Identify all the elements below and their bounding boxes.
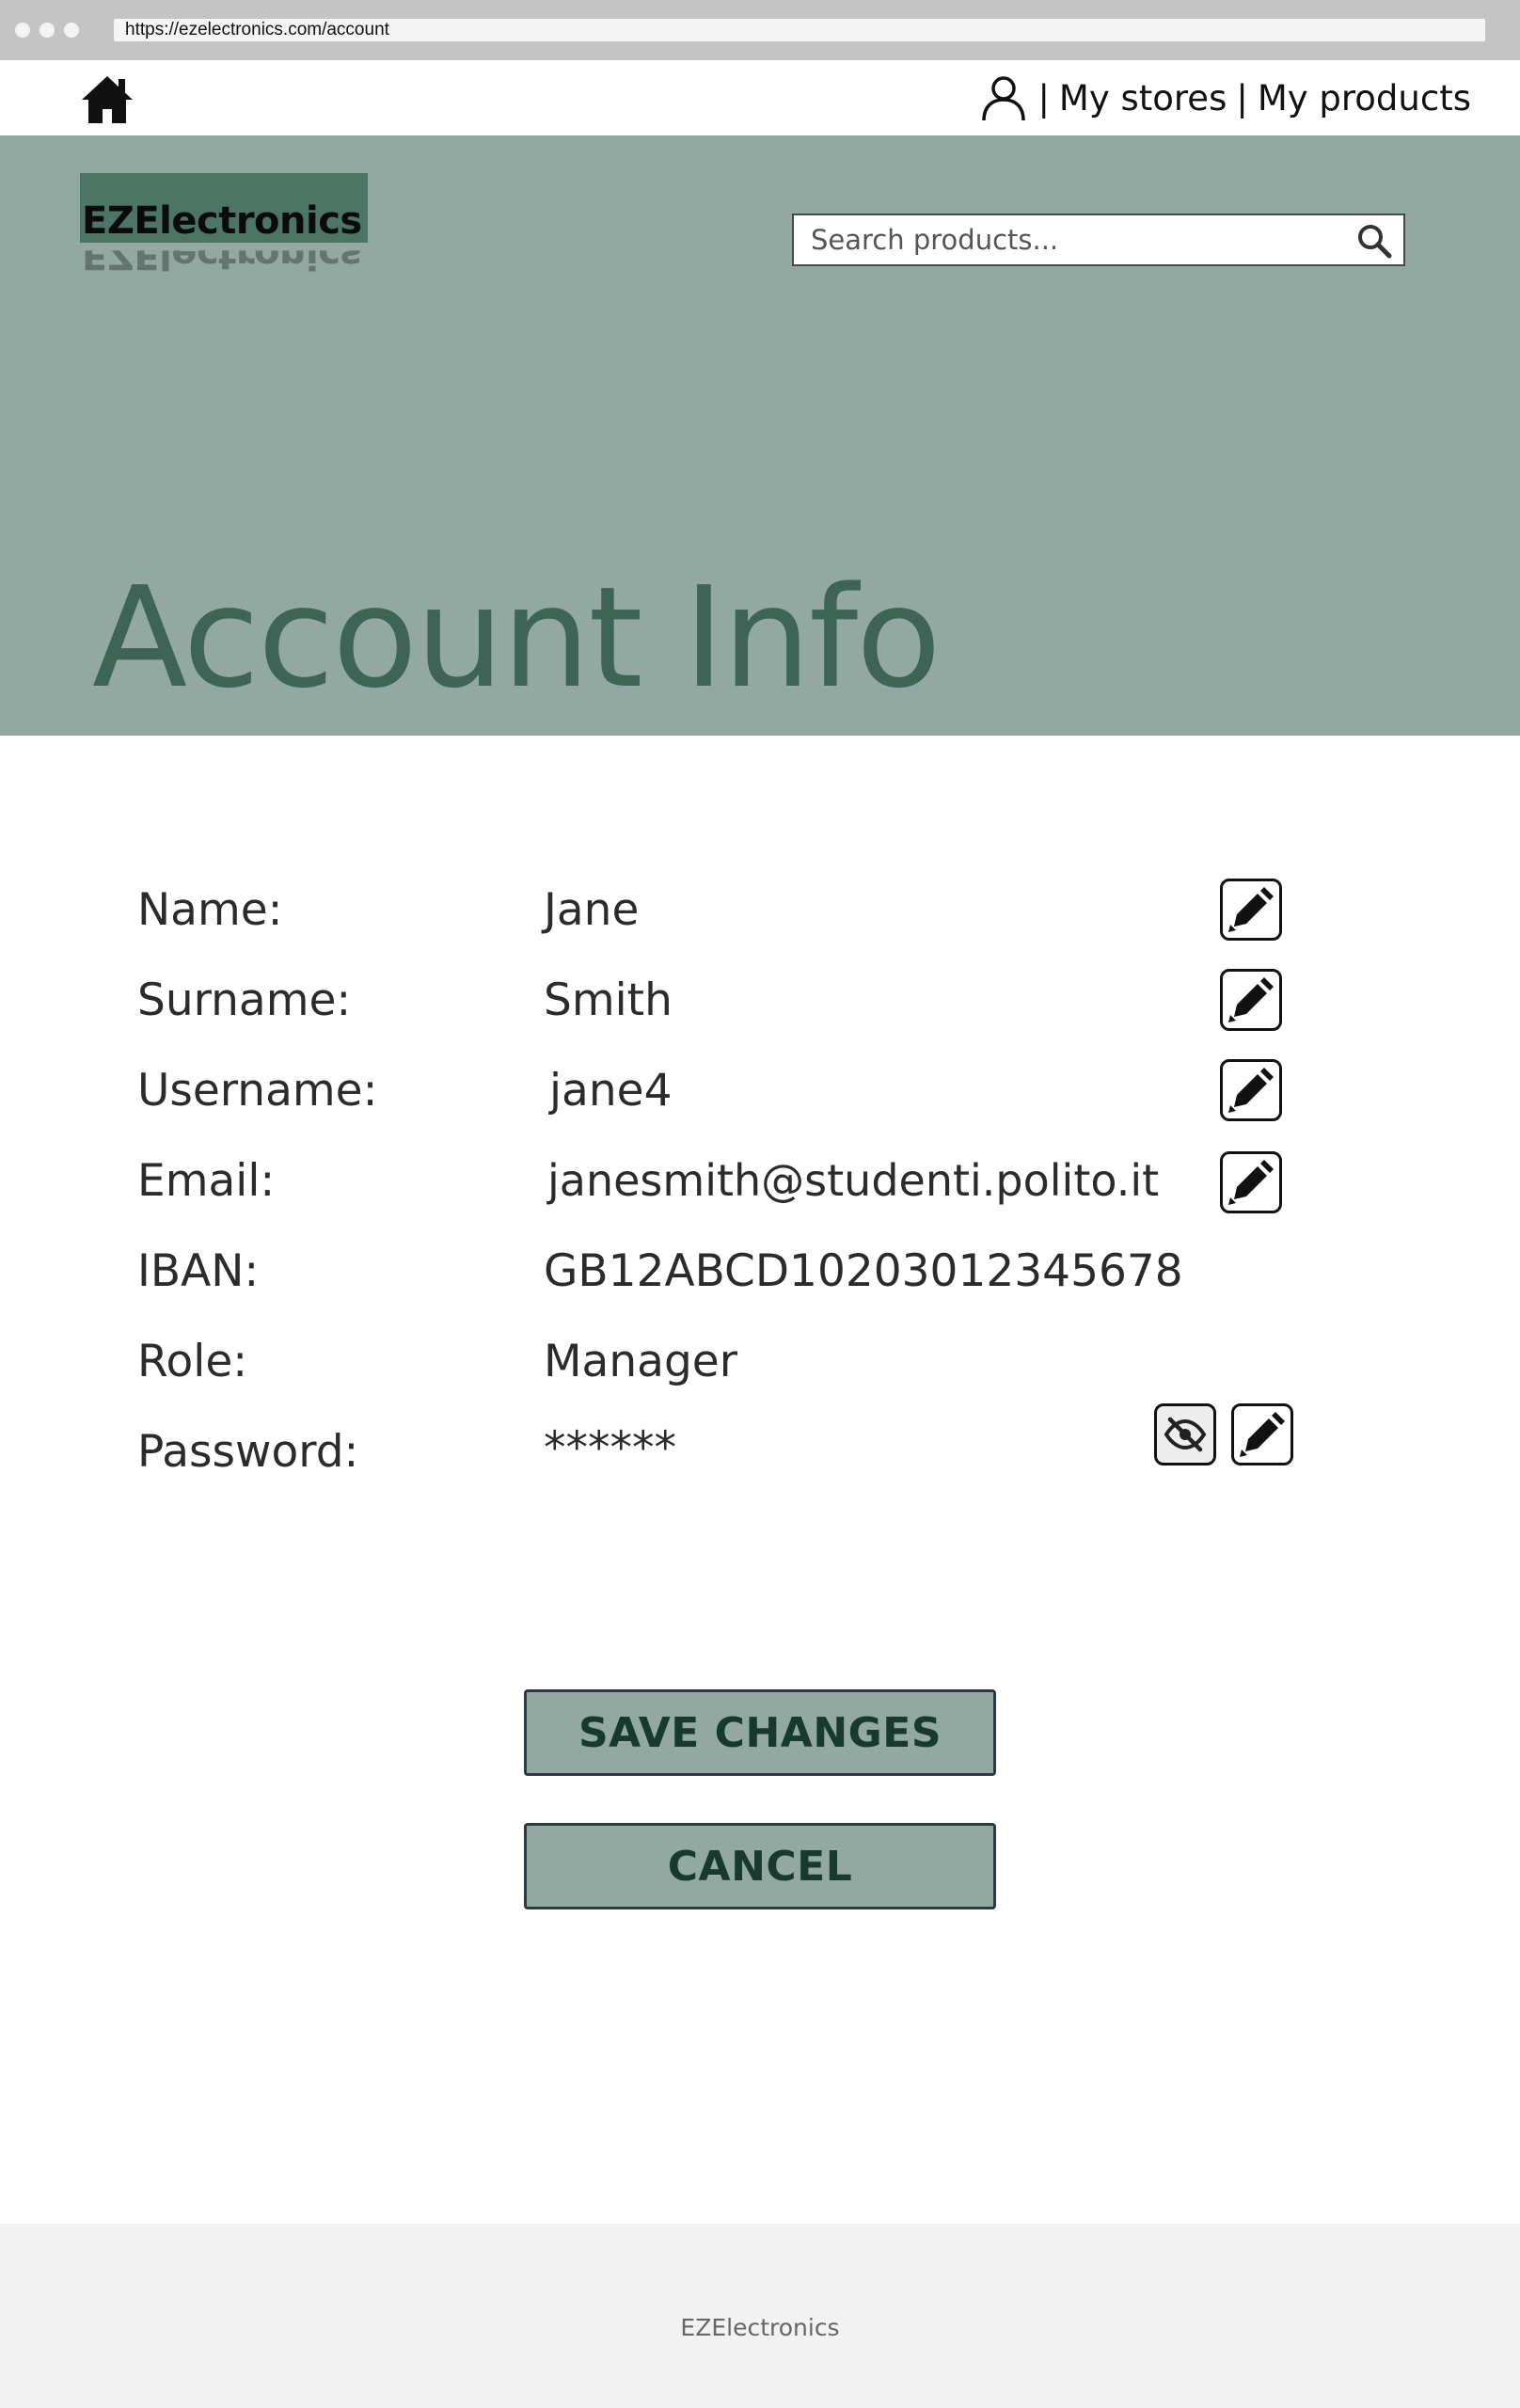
pencil-icon — [1228, 887, 1274, 932]
nav-separator: | — [1236, 77, 1248, 119]
role-value: Manager — [544, 1336, 738, 1387]
pencil-icon — [1228, 1068, 1274, 1113]
iban-label: IBAN: — [137, 1245, 260, 1297]
edit-username-button[interactable] — [1220, 1059, 1282, 1121]
password-value: ****** — [544, 1422, 676, 1474]
nav-links: | My stores | My products — [979, 73, 1471, 122]
cancel-button[interactable]: CANCEL — [524, 1823, 996, 1909]
footer: EZElectronics — [0, 2224, 1520, 2408]
toggle-password-visibility-button[interactable] — [1154, 1403, 1216, 1465]
window-maximize-dot[interactable] — [64, 23, 79, 38]
edit-name-button[interactable] — [1220, 879, 1282, 941]
hero-banner: EZElectronics EZElectronics Account Info — [0, 135, 1520, 736]
role-label: Role: — [137, 1336, 248, 1387]
my-products-link[interactable]: My products — [1258, 78, 1471, 119]
window-minimize-dot[interactable] — [40, 23, 55, 38]
user-icon[interactable] — [979, 73, 1028, 122]
nav-separator: | — [1037, 77, 1050, 119]
search-input[interactable] — [794, 215, 1349, 264]
eye-slash-icon — [1164, 1417, 1207, 1452]
password-label: Password: — [137, 1426, 359, 1478]
top-nav: | My stores | My products — [0, 60, 1520, 135]
search-icon[interactable] — [1356, 223, 1392, 259]
edit-password-button[interactable] — [1231, 1403, 1293, 1465]
name-value: Jane — [544, 884, 640, 936]
name-label: Name: — [137, 884, 283, 936]
surname-value: Smith — [544, 974, 673, 1026]
my-stores-link[interactable]: My stores — [1059, 78, 1227, 119]
email-value: janesmith@studenti.polito.it — [547, 1155, 1160, 1206]
save-changes-button[interactable]: SAVE CHANGES — [524, 1689, 996, 1776]
username-label: Username: — [137, 1065, 378, 1117]
home-icon[interactable] — [79, 73, 135, 126]
edit-surname-button[interactable] — [1220, 969, 1282, 1031]
iban-value: GB12ABCD10203012345678 — [544, 1245, 1183, 1297]
edit-email-button[interactable] — [1220, 1151, 1282, 1213]
address-bar[interactable]: https://ezelectronics.com/account — [114, 19, 1485, 41]
pencil-icon — [1228, 1160, 1274, 1205]
window-close-dot[interactable] — [15, 23, 30, 38]
logo[interactable]: EZElectronics — [82, 199, 362, 243]
search-box — [792, 214, 1405, 266]
email-label: Email: — [137, 1155, 276, 1207]
footer-text: EZElectronics — [680, 2314, 840, 2341]
username-value: jane4 — [549, 1065, 673, 1117]
browser-chrome: https://ezelectronics.com/account — [0, 0, 1520, 60]
pencil-icon — [1240, 1412, 1285, 1457]
page-title: Account Info — [92, 557, 942, 719]
surname-label: Surname: — [137, 974, 352, 1026]
pencil-icon — [1228, 977, 1274, 1022]
